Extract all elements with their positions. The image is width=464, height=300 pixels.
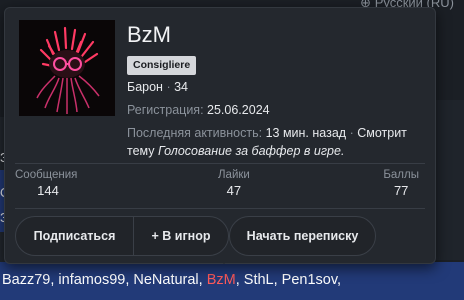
- stat-likes: Лайки 47: [218, 169, 250, 198]
- username[interactable]: BzM: [127, 22, 171, 48]
- stat-points-value: 77: [393, 183, 409, 198]
- registration-line: Регистрация: 25.06.2024: [127, 103, 270, 117]
- member-level: 34: [174, 80, 189, 94]
- member-tooltip-card: BzM Consigliere Барон · 34 Регистрация: …: [4, 7, 436, 264]
- last-activity-thread-link[interactable]: Голосование за баффер в игре.: [158, 144, 344, 158]
- last-activity-time: 13 мин. назад: [265, 126, 347, 140]
- stat-points: Баллы 77: [383, 169, 419, 198]
- role-badge: Consigliere: [127, 56, 197, 75]
- stat-messages-label: Сообщения: [15, 169, 78, 181]
- registration-label: Регистрация:: [127, 103, 204, 117]
- ignore-button[interactable]: + В игнор: [134, 217, 228, 255]
- stat-likes-label: Лайки: [218, 169, 250, 181]
- tooltip-arrow: [216, 256, 232, 264]
- online-users-list: Bazz79, infamos99, NeNatural, BzM, SthL,…: [2, 272, 342, 288]
- follow-ignore-button-group: Подписаться + В игнор: [15, 216, 229, 256]
- avatar[interactable]: [19, 20, 115, 116]
- divider: [15, 208, 425, 209]
- start-conversation-button[interactable]: Начать переписку: [229, 216, 376, 256]
- stat-messages-value: 144: [37, 183, 59, 198]
- last-activity: Последняя активность: 13 мин. назад · См…: [127, 126, 407, 158]
- stat-points-label: Баллы: [383, 169, 419, 181]
- last-activity-label: Последняя активность:: [127, 126, 263, 140]
- registration-date: 25.06.2024: [207, 103, 270, 117]
- avatar-image: [19, 20, 115, 116]
- member-title: Барон: [127, 80, 163, 94]
- divider: [15, 163, 425, 164]
- stat-messages[interactable]: Сообщения 144: [15, 169, 81, 198]
- rank-line: Барон · 34: [127, 80, 189, 94]
- stat-likes-value: 47: [226, 183, 242, 198]
- subscribe-button[interactable]: Подписаться: [16, 217, 134, 255]
- background-right-column: [434, 100, 464, 260]
- online-user-link-bzm[interactable]: BzM: [207, 272, 236, 288]
